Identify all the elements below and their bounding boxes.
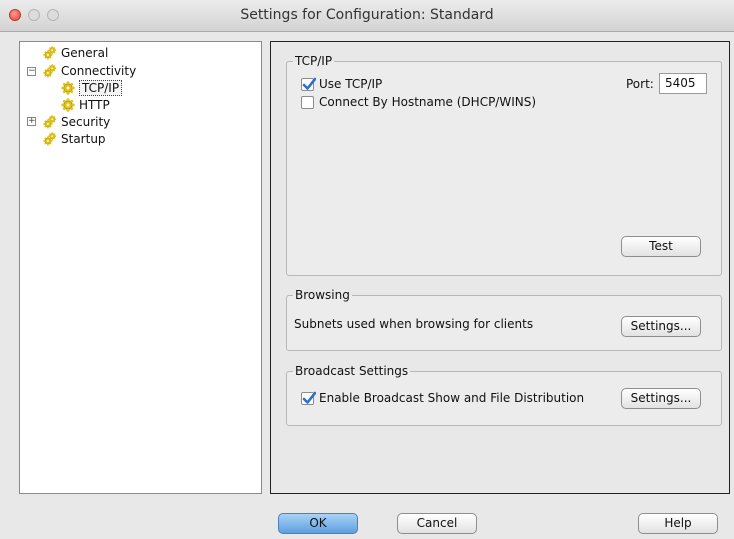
tree-item-label: HTTP [79, 97, 110, 112]
tree-item-startup[interactable]: Startup [43, 130, 106, 147]
gear-icon [61, 97, 75, 112]
enable-broadcast-label: Enable Broadcast Show and File Distribut… [319, 391, 585, 405]
test-button[interactable]: Test [621, 236, 701, 257]
connect-by-hostname-checkbox[interactable] [301, 96, 314, 109]
tree-item-label: Connectivity [61, 63, 137, 78]
browsing-description: Subnets used when browsing for clients [294, 317, 534, 331]
browsing-group-label: Browsing [295, 288, 350, 302]
cancel-button[interactable]: Cancel [397, 513, 477, 534]
expand-icon[interactable]: + [27, 117, 36, 126]
checkmark-icon [302, 391, 316, 404]
gears-icon [43, 115, 57, 129]
enable-broadcast-checkbox[interactable] [301, 391, 316, 405]
tree-item-label: TCP/IP [79, 79, 123, 96]
tree-item-general[interactable]: General [43, 44, 108, 61]
settings-tree[interactable]: General − Connectivity TCP/IP HTTP + Sec… [19, 41, 262, 494]
port-input[interactable]: 5405 [659, 73, 707, 94]
gear-icon [61, 80, 75, 95]
broadcast-group-label: Broadcast Settings [295, 364, 409, 378]
use-tcpip-label: Use TCP/IP [319, 77, 383, 91]
ok-button[interactable]: OK [278, 513, 358, 534]
port-label: Port: [626, 77, 654, 91]
settings-panel: TCP/IP Use TCP/IP Connect By Hostname (D… [270, 41, 730, 494]
connect-by-hostname-label: Connect By Hostname (DHCP/WINS) [319, 95, 537, 109]
browsing-settings-button[interactable]: Settings... [621, 316, 701, 337]
gears-icon [43, 64, 57, 78]
tree-item-label: General [61, 45, 109, 60]
tree-item-security[interactable]: Security [43, 113, 110, 130]
gears-icon [43, 132, 57, 146]
title-bar: Settings for Configuration: Standard [0, 0, 734, 32]
tree-item-connectivity[interactable]: Connectivity [43, 62, 136, 79]
help-button[interactable]: Help [638, 513, 718, 534]
tree-item-http[interactable]: HTTP [61, 96, 110, 113]
broadcast-settings-button[interactable]: Settings... [621, 388, 701, 409]
tree-item-tcpip[interactable]: TCP/IP [61, 79, 123, 96]
gears-icon [43, 46, 57, 60]
tree-item-label: Startup [61, 131, 106, 146]
tcpip-group-label: TCP/IP [295, 54, 333, 68]
collapse-icon[interactable]: − [27, 67, 36, 76]
checkmark-icon [302, 77, 316, 90]
tree-item-label: Security [61, 114, 111, 129]
window-title: Settings for Configuration: Standard [240, 7, 494, 23]
use-tcpip-checkbox[interactable] [301, 77, 316, 91]
